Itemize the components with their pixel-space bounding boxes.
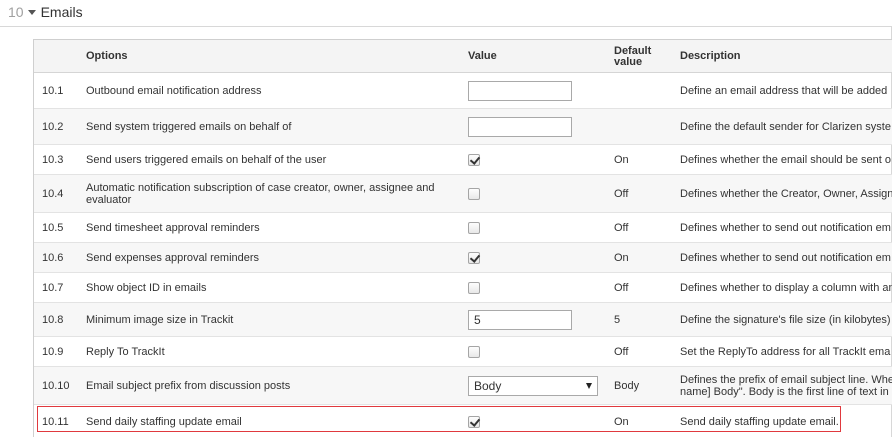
settings-table: Options Value Default value Description … [33,39,892,437]
timesheet-reminders-checkbox[interactable] [468,221,480,234]
table-row: 10.7 Show object ID in emails Off Define… [34,273,892,303]
default-value: Body [614,379,640,392]
option-label: Reply To TrackIt [86,345,165,358]
table-row: 10.5 Send timesheet approval reminders O… [34,213,892,243]
row-number: 10.9 [42,345,64,358]
option-description: Defines whether the Creator, Owner, Assi… [680,187,892,200]
table-row: 10.8 Minimum image size in Trackit 5 5 D… [34,303,892,337]
default-value: Off [614,221,629,234]
option-label: Send users triggered emails on behalf of… [86,153,327,166]
option-label: Show object ID in emails [86,281,207,294]
table-row: 10.1 Outbound email notification address… [34,73,892,109]
default-value [614,73,674,108]
option-description: Defines whether to send out notification… [680,251,891,264]
row-number: 10.6 [42,251,64,264]
expenses-reminders-checkbox[interactable] [468,251,480,264]
table-row: 10.9 Reply To TrackIt Off Set the ReplyT… [34,337,892,367]
option-description: Defines whether to send out notification… [680,221,891,234]
section-header[interactable]: 10 Emails [8,3,83,21]
row-number: 10.2 [42,120,64,133]
column-header-options: Options [86,50,128,62]
table-row: 10.3 Send users triggered emails on beha… [34,145,892,175]
row-number: 10.3 [42,153,64,166]
default-value: Off [614,187,629,200]
option-description: Set the ReplyTo address for all TrackIt … [680,345,891,358]
show-object-id-checkbox[interactable] [468,281,480,294]
option-description: Define the signature's file size (in kil… [680,313,891,326]
option-description: Defines the prefix of email subject line… [680,373,892,398]
row-number: 10.1 [42,84,64,97]
default-value: On [614,153,629,166]
row-number: 10.5 [42,221,64,234]
table-row: 10.6 Send expenses approval reminders On… [34,243,892,273]
option-description: Defines whether to display a column with… [680,281,892,294]
option-label: Automatic notification subscription of c… [86,181,435,206]
outbound-email-address-input[interactable] [468,80,572,101]
column-header-default-line2: value [614,55,643,68]
column-header-value: Value [468,50,497,62]
option-label: Send system triggered emails on behalf o… [86,120,292,133]
option-label: Email subject prefix from discussion pos… [86,379,291,392]
row-number: 10.7 [42,281,64,294]
subject-prefix-select[interactable]: Body [468,375,598,396]
system-emails-sender-input[interactable] [468,116,572,137]
default-value: On [614,251,629,264]
default-value [614,109,674,144]
option-description: Define the default sender for Clarizen s… [680,120,891,133]
row-number: 10.10 [42,379,70,392]
default-value: Off [614,281,629,294]
table-row: 10.2 Send system triggered emails on beh… [34,109,892,145]
dropdown-arrow-icon [586,382,592,389]
option-label: Send timesheet approval reminders [86,221,260,234]
column-header-default-value: Default value [614,40,651,73]
column-header-description: Description [680,50,741,62]
section-title: Emails [40,4,83,20]
option-description: Defines whether the email should be sent… [680,153,891,166]
row-number: 10.8 [42,313,64,326]
default-value: Off [614,345,629,358]
table-header: Options Value Default value Description [34,40,892,73]
row-number: 10.4 [42,187,64,200]
reply-to-trackit-checkbox[interactable] [468,345,480,358]
min-image-size-input[interactable]: 5 [468,309,572,330]
option-description: Define an email address that will be add… [680,84,888,97]
option-label: Send expenses approval reminders [86,251,260,264]
table-row: 10.10 Email subject prefix from discussi… [34,367,892,405]
column-header-default-line1: Default [614,44,652,57]
highlight-box [37,406,841,432]
option-label: Minimum image size in Trackit [86,313,234,326]
default-value: 5 [614,313,621,326]
section-number: 10 [8,4,24,20]
table-row: 10.4 Automatic notification subscription… [34,175,892,213]
select-value: Body [474,378,502,393]
chevron-down-icon[interactable] [27,9,36,15]
user-emails-on-behalf-checkbox[interactable] [468,153,480,166]
option-label: Outbound email notification address [86,84,262,97]
auto-notification-subscription-checkbox[interactable] [468,187,480,200]
